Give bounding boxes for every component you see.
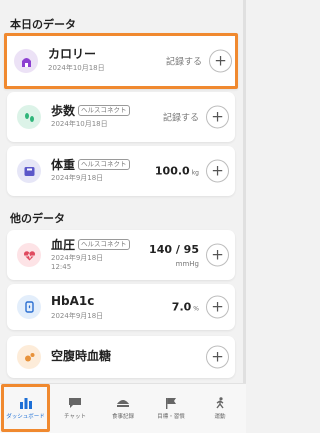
meal-icon [117, 399, 129, 407]
flag-icon [166, 397, 176, 409]
tab-goals[interactable]: 目標・習慣 [148, 384, 194, 432]
dashboard-screen: 本日のデータ カロリー 2024年10月18日 記録する + 歩数 ヘルスコネクト… [0, 0, 246, 433]
scale-icon [17, 159, 41, 183]
calorie-card[interactable]: カロリー 2024年10月18日 記録する + [4, 33, 238, 89]
steps-add-button[interactable]: + [206, 105, 229, 129]
tab-chat[interactable]: チャット [52, 384, 98, 432]
blood-drop-meter-icon [17, 295, 41, 319]
bp-date: 2024年9月18日 [51, 254, 104, 262]
tab-dashboard[interactable]: ダッシュボード [1, 384, 50, 432]
plus-icon: + [211, 297, 224, 315]
bp-time: 12:45 [51, 263, 72, 271]
glucose-add-button[interactable]: + [206, 345, 229, 369]
steps-record-link[interactable]: 記録する [163, 111, 199, 124]
scroll-edge [243, 0, 246, 383]
other-section-title: 他のデータ [10, 212, 65, 225]
tab-exercise[interactable]: 運動 [196, 384, 244, 432]
tab-meal[interactable]: 食事記録 [100, 384, 146, 432]
tab-dashboard-label: ダッシュボード [6, 413, 45, 420]
bp-add-button[interactable]: + [206, 243, 229, 267]
weight-date: 2024年9月18日 [51, 174, 104, 182]
steps-date: 2024年10月18日 [51, 120, 108, 128]
health-connect-tag: ヘルスコネクト [78, 159, 130, 170]
tab-chat-label: チャット [64, 413, 86, 420]
fasting-glucose-card[interactable]: 空腹時血糖 + [7, 336, 235, 378]
bottom-tab-bar: ダッシュボード チャット 食事記録 目標・習慣 運動 [0, 383, 246, 433]
weight-add-button[interactable]: + [206, 159, 229, 183]
steps-title: 歩数 ヘルスコネクト [51, 102, 130, 119]
tab-meal-label: 食事記録 [111, 413, 134, 420]
hba1c-card[interactable]: HbA1c 2024年9月18日 7.0% + [7, 284, 235, 330]
bar-chart-icon [19, 397, 32, 409]
calorie-date: 2024年10月18日 [48, 64, 105, 72]
health-connect-tag: ヘルスコネクト [78, 239, 130, 250]
hba1c-date: 2024年9月18日 [51, 312, 104, 320]
calorie-add-button[interactable]: + [209, 49, 232, 73]
calorie-title: カロリー [48, 47, 97, 61]
heart-icon [17, 243, 41, 267]
exercise-icon [216, 396, 224, 408]
calorie-record-link[interactable]: 記録する [166, 55, 202, 68]
health-connect-tag: ヘルスコネクト [78, 105, 130, 116]
calorie-icon [14, 49, 38, 73]
hba1c-value: 7.0% [171, 300, 199, 314]
today-section-title: 本日のデータ [10, 18, 76, 31]
drop-icon [17, 345, 41, 369]
bp-value: 140 / 95 [149, 243, 199, 256]
weight-value: 100.0 kg [154, 164, 199, 178]
tab-exercise-label: 運動 [214, 413, 226, 420]
weight-card[interactable]: 体重 ヘルスコネクト 2024年9月18日 100.0 kg + [7, 146, 235, 196]
plus-icon: + [211, 245, 224, 263]
bp-title: 血圧 ヘルスコネクト [51, 236, 130, 253]
plus-icon: + [211, 347, 224, 365]
plus-icon: + [211, 107, 224, 125]
plus-icon: + [214, 51, 227, 69]
glucose-title: 空腹時血糖 [51, 349, 112, 363]
tab-goals-label: 目標・習慣 [157, 413, 185, 420]
plus-icon: + [211, 161, 224, 179]
chat-icon [69, 397, 81, 408]
footsteps-icon [17, 105, 41, 129]
bp-unit: mmHg [175, 260, 199, 268]
weight-title: 体重 ヘルスコネクト [51, 156, 130, 173]
steps-card[interactable]: 歩数 ヘルスコネクト 2024年10月18日 記録する + [7, 92, 235, 142]
hba1c-title: HbA1c [51, 294, 95, 308]
blood-pressure-card[interactable]: 血圧 ヘルスコネクト 2024年9月18日 12:45 140 / 95 mmHg… [7, 230, 235, 280]
hba1c-add-button[interactable]: + [206, 295, 229, 319]
